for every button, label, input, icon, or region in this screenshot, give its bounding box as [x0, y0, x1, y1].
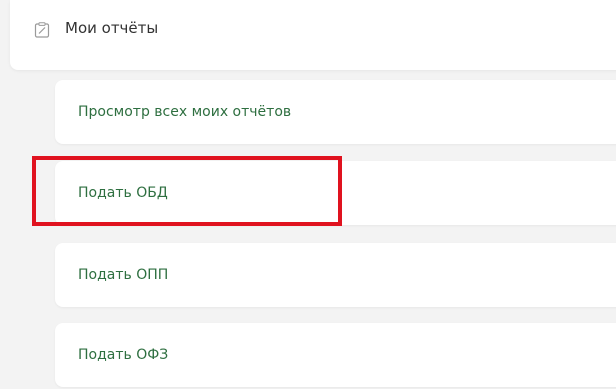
submenu-item-submit-ofz[interactable]: Подать ОФЗ [55, 323, 616, 387]
report-icon [34, 22, 50, 38]
menu-section-my-reports[interactable]: Мои отчёты [10, 0, 616, 70]
submenu-item-submit-opp[interactable]: Подать ОПП [55, 243, 616, 307]
submenu-item-label: Подать ОБД [78, 185, 168, 201]
submenu-item-label: Просмотр всех моих отчётов [78, 104, 292, 120]
submenu-item-submit-obd[interactable]: Подать ОБД [55, 161, 616, 225]
submenu-item-label: Подать ОФЗ [78, 347, 169, 363]
submenu-item-label: Подать ОПП [78, 267, 169, 283]
menu-section-label: Мои отчёты [65, 19, 159, 37]
submenu-item-view-all-reports[interactable]: Просмотр всех моих отчётов [55, 80, 616, 144]
